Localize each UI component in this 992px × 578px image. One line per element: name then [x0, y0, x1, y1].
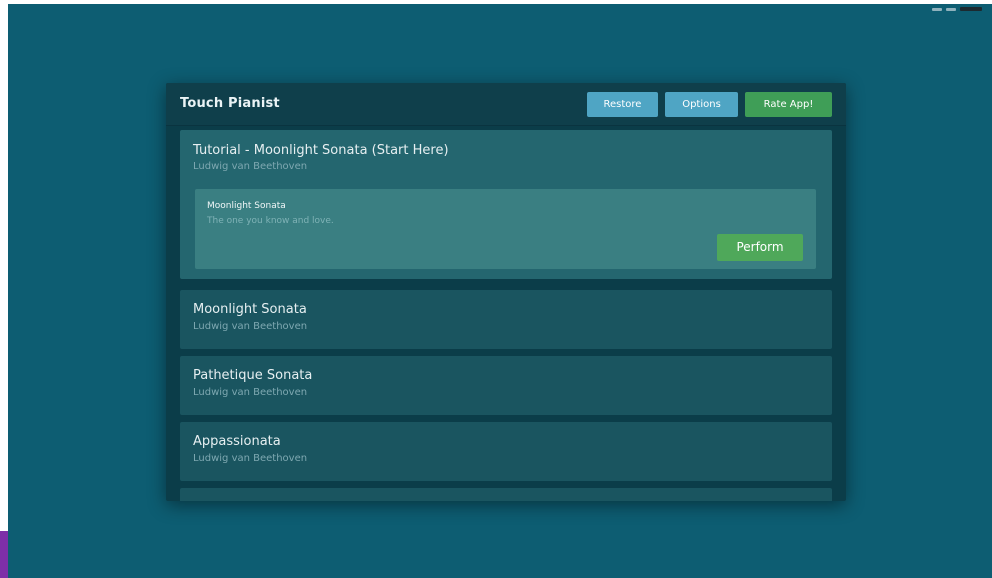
song-artist: Ludwig van Beethoven: [193, 161, 308, 172]
piece-description: The one you know and love.: [207, 216, 334, 226]
song-item-pathetique-sonata[interactable]: Pathetique Sonata Ludwig van Beethoven: [180, 356, 832, 415]
song-artist: Ludwig van Beethoven: [193, 321, 308, 332]
song-title: Moonlight Sonata: [193, 302, 307, 317]
song-item-partial[interactable]: [180, 488, 832, 501]
panel-header: Touch Pianist Restore Options Rate App!: [166, 83, 846, 126]
options-button[interactable]: Options: [665, 92, 738, 117]
app-screen: Touch Pianist Restore Options Rate App! …: [8, 4, 992, 578]
song-artist: Ludwig van Beethoven: [193, 453, 308, 464]
song-title: Appassionata: [193, 434, 281, 449]
song-item-tutorial[interactable]: Tutorial - Moonlight Sonata (Start Here)…: [180, 130, 832, 279]
app-title: Touch Pianist: [180, 96, 280, 111]
piece-title: Moonlight Sonata: [207, 201, 286, 211]
rate-app-button[interactable]: Rate App!: [745, 92, 832, 117]
song-item-appassionata[interactable]: Appassionata Ludwig van Beethoven: [180, 422, 832, 481]
wifi-icon: [946, 7, 956, 11]
piece-card: Moonlight Sonata The one you know and lo…: [195, 189, 816, 269]
song-list-panel: Touch Pianist Restore Options Rate App! …: [166, 83, 846, 501]
corner-accent: [0, 531, 8, 578]
song-title: Pathetique Sonata: [193, 368, 313, 383]
signal-icon: [932, 7, 942, 11]
status-bar: [932, 7, 982, 11]
perform-button[interactable]: Perform: [717, 234, 803, 261]
battery-icon: [960, 7, 982, 11]
song-artist: Ludwig van Beethoven: [193, 387, 308, 398]
song-item-moonlight-sonata[interactable]: Moonlight Sonata Ludwig van Beethoven: [180, 290, 832, 349]
restore-button[interactable]: Restore: [587, 92, 658, 117]
song-title: Tutorial - Moonlight Sonata (Start Here): [193, 143, 449, 158]
